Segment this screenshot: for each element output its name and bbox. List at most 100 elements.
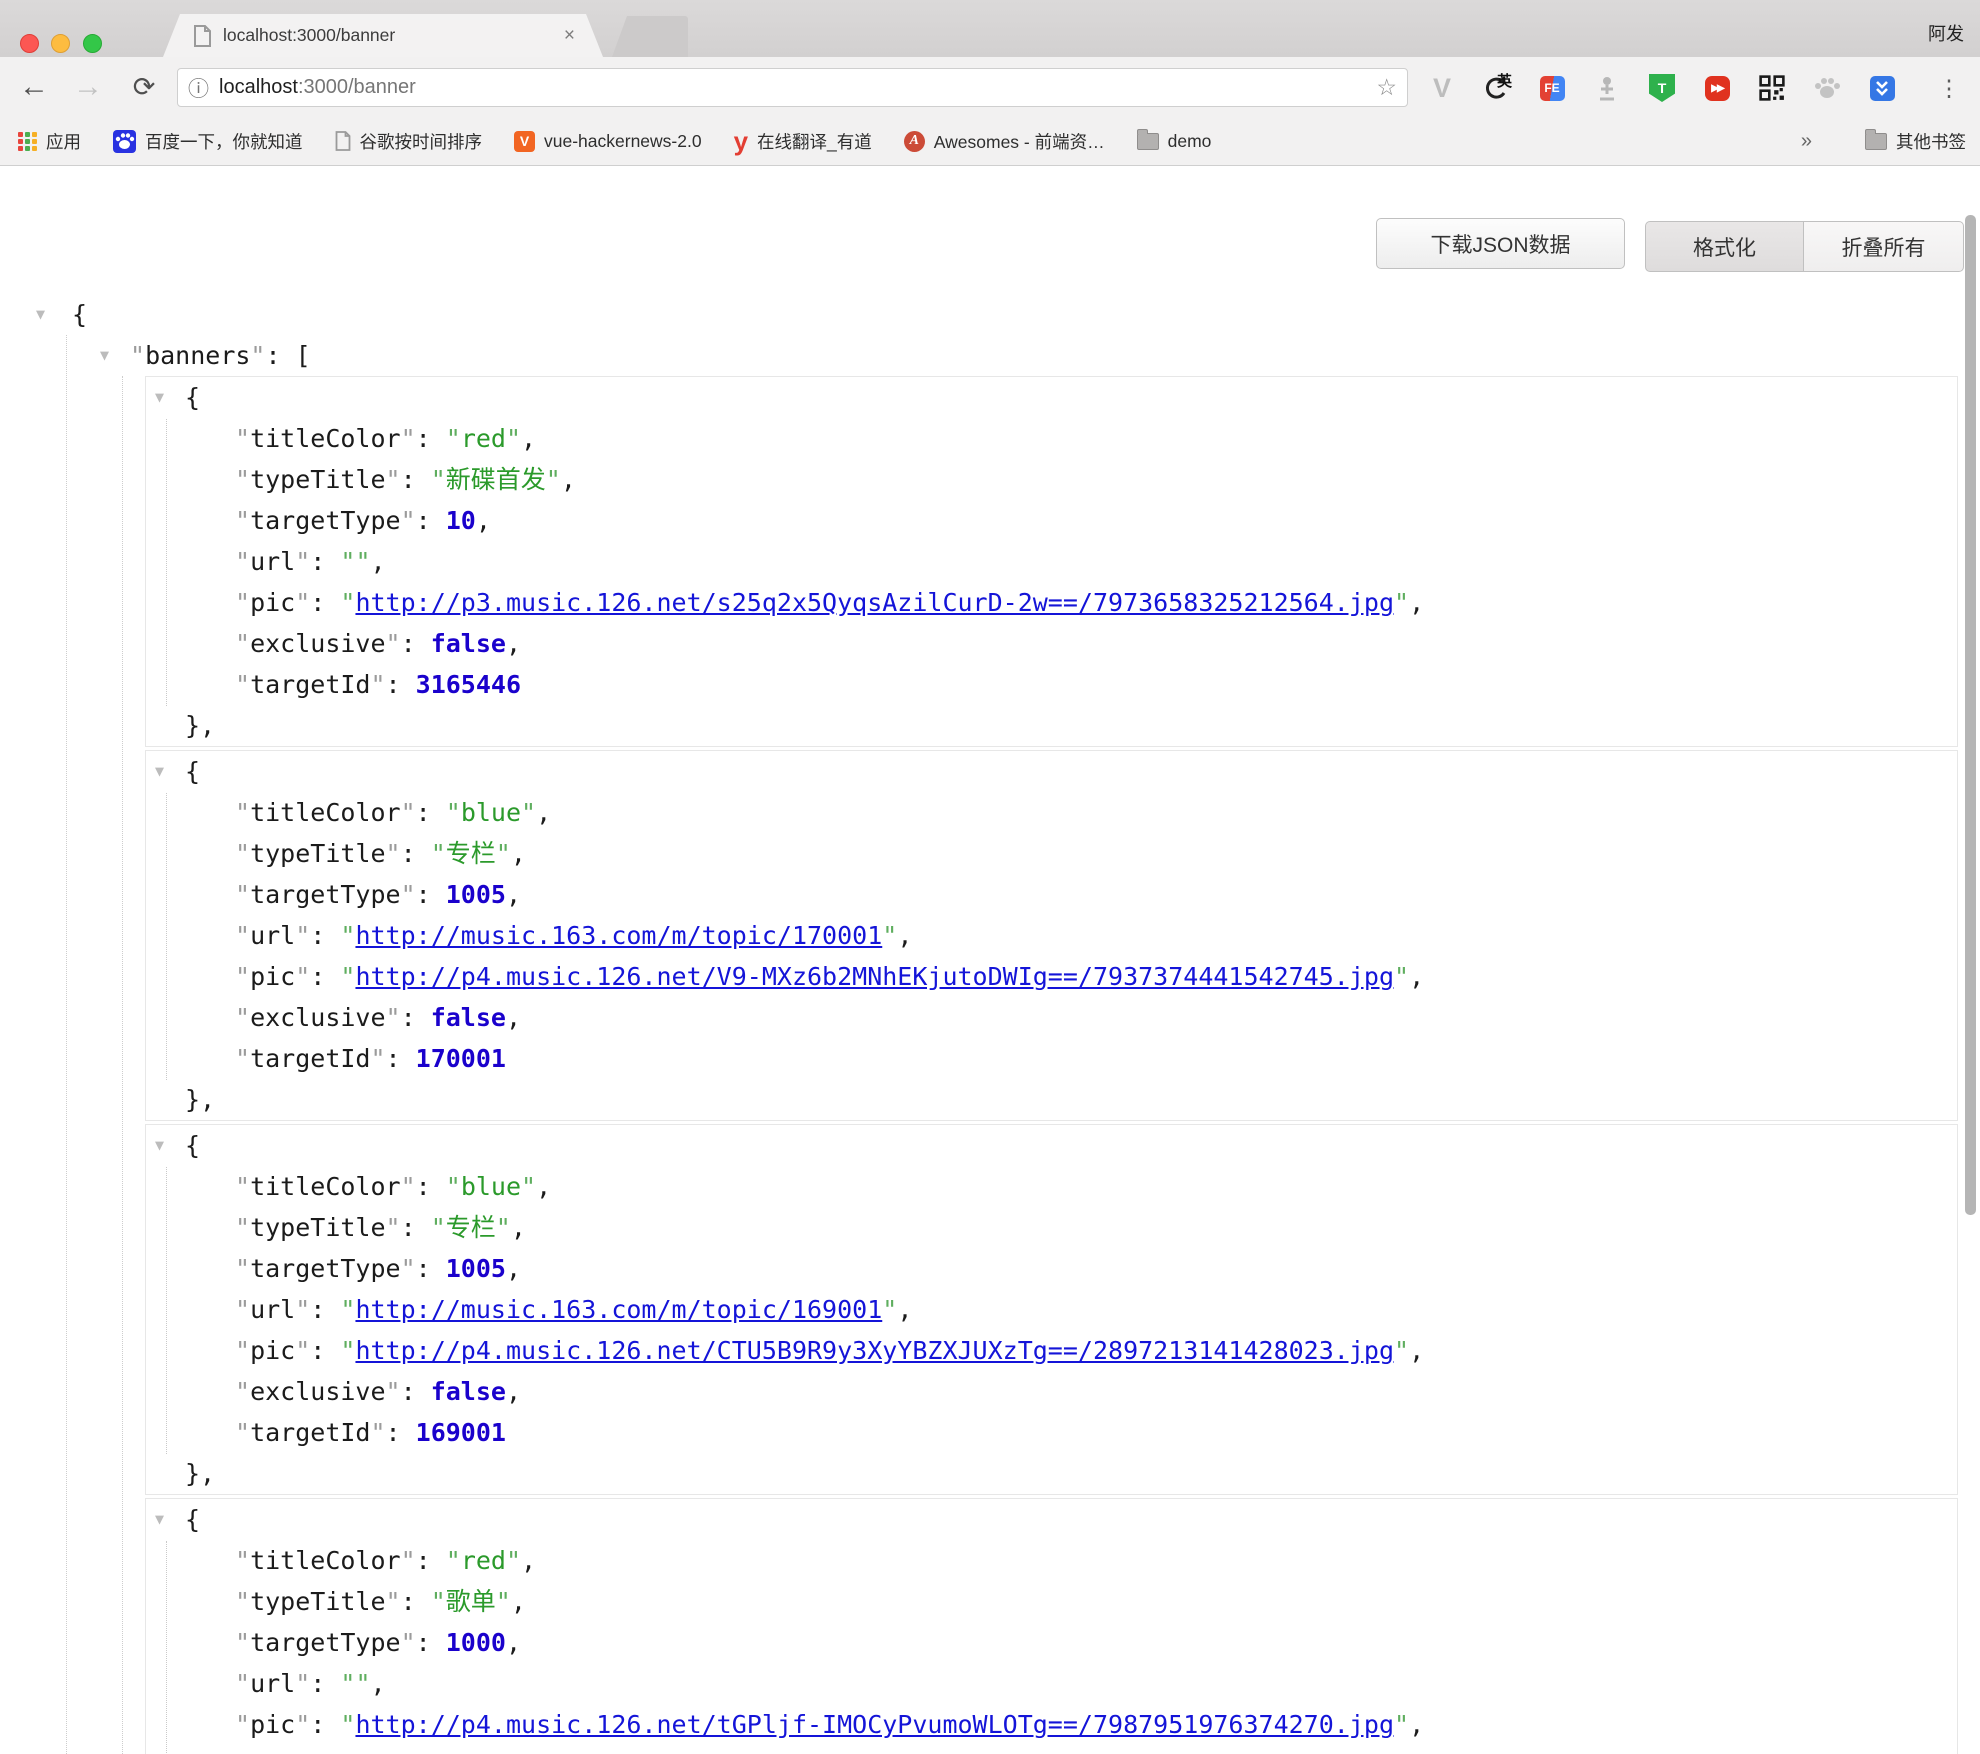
collapse-triangle-icon[interactable]: ▼ [155,377,164,418]
apps-grid-icon [18,132,37,151]
page-favicon-icon [193,25,211,47]
zoom-window-button[interactable] [83,34,102,53]
json-row: ▼{ [185,1125,1957,1166]
json-row: ▼"banners": [ [130,335,1980,376]
blue-chevrons-icon[interactable] [1863,69,1901,107]
translate-english-icon[interactable]: 英 [1478,69,1516,107]
json-line-targetId: "targetId": 3165446 [235,664,1957,705]
bookmark-star-icon[interactable]: ☆ [1376,74,1397,101]
json-link[interactable]: http://music.163.com/m/topic/169001 [355,1295,882,1324]
tab-close-icon[interactable]: × [564,26,575,45]
json-link[interactable]: http://p4.music.126.net/CTU5B9R9y3XyYBZX… [355,1336,1394,1365]
json-line-typeTitle: "typeTitle": "专栏", [235,1207,1957,1248]
bookmark-apps[interactable]: 应用 [18,129,81,154]
json-link[interactable]: http://music.163.com/m/topic/170001 [355,921,882,950]
bookmark-youdao[interactable]: y 在线翻译_有道 [734,129,872,154]
collapse-triangle-icon[interactable]: ▼ [100,335,109,376]
page-icon [335,131,351,151]
json-line-pic: "pic": "http://p3.music.126.net/s25q2x5Q… [235,582,1957,623]
back-button[interactable]: ← [12,65,56,109]
json-row: ▼{ [72,294,1980,335]
bookmark-demo-folder[interactable]: demo [1137,131,1212,152]
json-line-url: "url": "http://music.163.com/m/topic/170… [235,915,1957,956]
json-line-exclusive: "exclusive": false, [235,997,1957,1038]
vertical-scrollbar[interactable] [1965,215,1976,1215]
json-line-targetType: "targetType": 1000, [235,1622,1957,1663]
json-line-targetType: "targetType": 10, [235,500,1957,541]
bookmark-google-sort[interactable]: 谷歌按时间排序 [335,129,483,154]
qr-code-icon[interactable] [1753,69,1791,107]
profile-name[interactable]: 阿发 [1928,20,1964,46]
format-button[interactable]: 格式化 [1645,221,1804,272]
url-host: localhost [219,76,298,99]
json-line-typeTitle: "typeTitle": "歌单", [235,1581,1957,1622]
kebab-menu-icon[interactable]: ⋮ [1934,69,1964,107]
collapse-triangle-icon[interactable]: ▼ [36,294,45,335]
tree-guide-line [166,793,167,1080]
url-path: :3000/banner [298,76,416,99]
download-json-button[interactable]: 下载JSON数据 [1376,218,1625,269]
json-link[interactable]: http://p4.music.126.net/tGPljf-IMOCyPvum… [355,1710,1394,1739]
view-mode-button-group: 格式化 折叠所有 [1645,221,1964,272]
bookmarks-overflow-chevron[interactable]: » [1801,117,1812,165]
orange-v-icon: V [514,131,535,152]
json-link[interactable]: http://p3.music.126.net/s25q2x5QyqsAzilC… [355,588,1394,617]
collapse-triangle-icon[interactable]: ▼ [155,1499,164,1540]
new-tab-button[interactable] [612,16,688,57]
json-object-box: ▼{"titleColor": "red","typeTitle": "歌单",… [145,1498,1958,1754]
json-line-targetId: "targetId": 170001 [235,1038,1957,1079]
reload-button[interactable]: ⟳ [122,65,166,109]
paw-print-icon[interactable] [1808,69,1846,107]
json-object-box: ▼{"titleColor": "blue","typeTitle": "专栏"… [145,1124,1958,1495]
bookmarks-bar: 应用 百度一下，你就知道 谷歌按时间排序 V vue-hackernews-2.… [0,117,1980,166]
json-line-typeTitle: "typeTitle": "专栏", [235,833,1957,874]
browser-toolbar: ← → ⟳ ⓘ localhost:3000/banner ☆ V 英 FE T [0,57,1980,117]
baidu-paw-icon [113,130,136,153]
bookmark-baidu[interactable]: 百度一下，你就知道 [113,129,303,154]
json-link[interactable]: http://p4.music.126.net/V9-MXz6b2MNhEKju… [355,962,1394,991]
other-bookmarks[interactable]: 其他书签 [1865,117,1966,165]
json-line-pic: "pic": "http://p4.music.126.net/V9-MXz6b… [235,956,1957,997]
vue-devtools-icon[interactable]: V [1423,69,1461,107]
url-bar[interactable]: ⓘ localhost:3000/banner ☆ [177,68,1408,107]
json-object-box: ▼{"titleColor": "red","typeTitle": "新碟首发… [145,376,1958,747]
tree-guide-line [166,1541,167,1754]
json-line-exclusive: "exclusive": false, [235,623,1957,664]
minimize-window-button[interactable] [51,34,70,53]
close-window-button[interactable] [20,34,39,53]
json-line-url: "url": "", [235,541,1957,582]
json-line-titleColor: "titleColor": "red", [235,1540,1957,1581]
browser-tab[interactable]: localhost:3000/banner × [163,14,603,57]
json-object-box: ▼{"titleColor": "blue","typeTitle": "专栏"… [145,750,1958,1121]
tree-guide-line [166,419,167,706]
json-tree: ▼{▼"banners": [▼{"titleColor": "red","ty… [0,294,1980,1754]
green-shield-icon[interactable]: T [1643,69,1681,107]
json-line-url: "url": "http://music.163.com/m/topic/169… [235,1289,1957,1330]
collapse-all-button[interactable]: 折叠所有 [1804,221,1964,272]
bookmark-awesomes[interactable]: A Awesomes - 前端资… [904,129,1105,154]
fe-helper-icon[interactable]: FE [1533,69,1571,107]
collapse-triangle-icon[interactable]: ▼ [155,1125,164,1166]
tab-title: localhost:3000/banner [223,25,564,46]
json-line-pic: "pic": "http://p4.music.126.net/tGPljf-I… [235,1704,1957,1745]
fast-forward-icon[interactable]: ▶▶ [1698,69,1736,107]
tree-guide-line [166,1167,167,1454]
json-row: }, [185,1453,1957,1494]
json-line-targetId: "targetId": 169001 [235,1412,1957,1453]
json-line-titleColor: "titleColor": "blue", [235,1166,1957,1207]
bookmark-vue-hackernews[interactable]: V vue-hackernews-2.0 [514,131,702,152]
json-row: ▼{ [185,377,1957,418]
json-line-targetType: "targetType": 1005, [235,874,1957,915]
browser-window: localhost:3000/banner × 阿发 ← → ⟳ ⓘ local… [0,0,1980,1754]
json-row: ▼{ [185,1499,1957,1540]
json-line-exclusive: "exclusive": false [235,1745,1957,1754]
json-row: }, [185,705,1957,746]
page-content: 下载JSON数据 格式化 折叠所有 ▼{▼"banners": [▼{"titl… [0,166,1980,1754]
collapse-triangle-icon[interactable]: ▼ [155,751,164,792]
awesomes-a-icon: A [904,131,925,152]
page-info-icon[interactable]: ⓘ [188,73,209,103]
json-row: ▼{ [185,751,1957,792]
json-line-targetType: "targetType": 1005, [235,1248,1957,1289]
json-line-typeTitle: "typeTitle": "新碟首发", [235,459,1957,500]
youdao-y-icon: y [734,131,748,151]
